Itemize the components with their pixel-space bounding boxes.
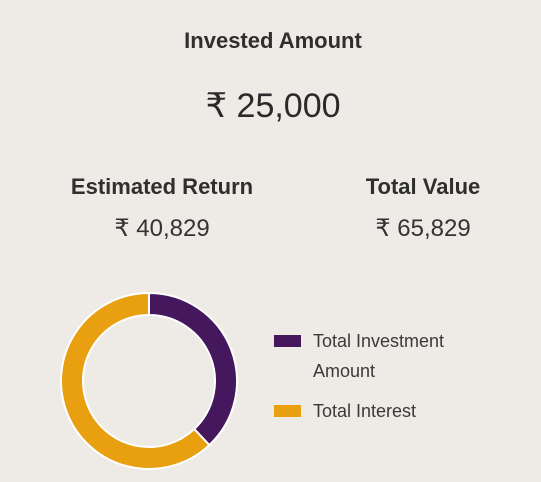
legend-label-investment: Total Investment Amount xyxy=(313,331,445,381)
legend-swatch-investment xyxy=(274,335,301,347)
legend-swatch-interest xyxy=(274,405,301,417)
invested-amount-value: ₹ 25,000 xyxy=(205,87,341,125)
donut-chart xyxy=(60,292,238,470)
total-value-label: Total Value xyxy=(365,174,481,199)
donut-slice-investment xyxy=(148,292,238,447)
total-value-block: Total Value ₹ 65,829 xyxy=(352,174,494,243)
estimated-return-value: ₹ 40,829 xyxy=(114,215,210,242)
legend-item-investment: Total Investment Amount xyxy=(274,328,514,386)
total-value-value: ₹ 65,829 xyxy=(375,215,471,242)
invested-amount-label: Invested Amount xyxy=(184,28,362,53)
legend-item-interest: Total Interest xyxy=(274,398,514,426)
estimated-return-block: Estimated Return ₹ 40,829 xyxy=(56,174,268,243)
legend-label-interest: Total Interest xyxy=(313,401,417,421)
chart-legend: Total Investment Amount Total Interest xyxy=(274,328,514,438)
estimated-return-label: Estimated Return xyxy=(70,174,254,199)
